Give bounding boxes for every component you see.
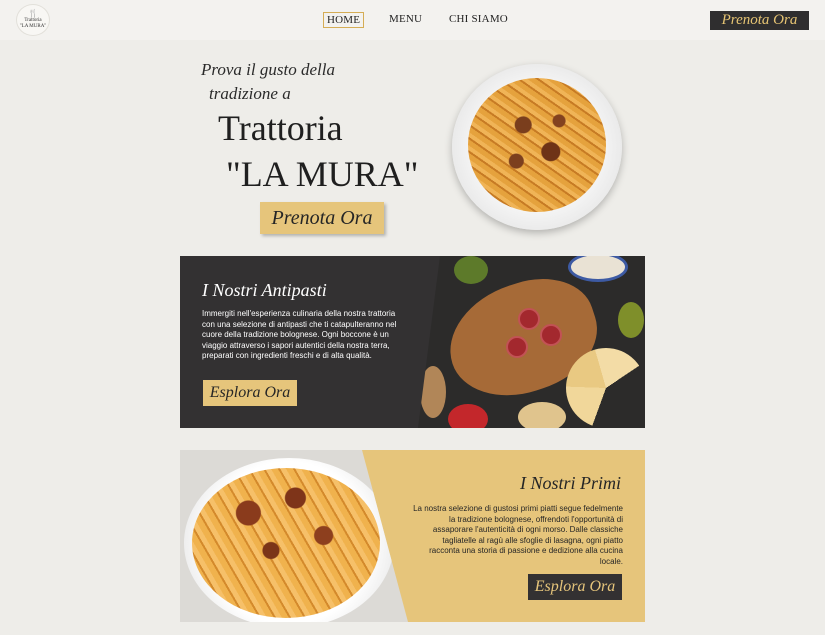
salami-image bbox=[518, 308, 540, 330]
nav-about-link[interactable]: CHI SIAMO bbox=[449, 13, 508, 25]
antipasti-title: I Nostri Antipasti bbox=[202, 280, 327, 300]
hero-booking-button[interactable]: Prenota Ora bbox=[260, 202, 384, 234]
olive-bowl-image bbox=[618, 302, 644, 338]
top-navbar: 🍴 Trattoria "LA MURA" HOME MENU CHI SIAM… bbox=[0, 0, 825, 40]
logo-line2: "LA MURA" bbox=[19, 24, 47, 29]
primi-description: La nostra selezione di gustosi primi pia… bbox=[413, 504, 623, 566]
salami-image bbox=[506, 336, 528, 358]
tagliatelle-ragu-image bbox=[192, 468, 380, 618]
antipasti-description: Immergiti nell'esperienza culinaria dell… bbox=[202, 309, 397, 360]
primi-explore-button[interactable]: Esplora Ora bbox=[528, 574, 622, 600]
logo[interactable]: 🍴 Trattoria "LA MURA" bbox=[16, 4, 50, 36]
antipasti-explore-button[interactable]: Esplora Ora bbox=[203, 380, 297, 406]
primi-image bbox=[180, 450, 408, 622]
fork-icon: 🍴 bbox=[28, 9, 38, 18]
hero-title-line2: "LA MURA" bbox=[226, 154, 419, 194]
salami-image bbox=[540, 324, 562, 346]
cheese-image bbox=[566, 348, 645, 428]
crackers-bowl-image bbox=[518, 402, 566, 428]
nav-menu-link[interactable]: MENU bbox=[389, 13, 422, 25]
nuts-bowl-image bbox=[420, 366, 446, 418]
antipasti-image bbox=[418, 256, 645, 428]
hero-subtitle-line2: tradizione a bbox=[209, 84, 291, 103]
tomato-bowl-image bbox=[448, 404, 488, 428]
nav-booking-button[interactable]: Prenota Ora bbox=[710, 11, 809, 30]
hero-pasta-image bbox=[452, 64, 622, 230]
primi-title: I Nostri Primi bbox=[520, 473, 622, 493]
hero-title-line1: Trattoria bbox=[218, 108, 343, 148]
tagliatelle-ragu-image bbox=[468, 78, 606, 212]
dip-bowl-image bbox=[568, 256, 628, 282]
hero-subtitle-line1: Prova il gusto della bbox=[201, 60, 335, 79]
olive-bowl-image bbox=[454, 256, 488, 284]
hero-subtitle: Prova il gusto della tradizione a bbox=[201, 58, 335, 106]
nav-home-link[interactable]: HOME bbox=[323, 12, 365, 28]
